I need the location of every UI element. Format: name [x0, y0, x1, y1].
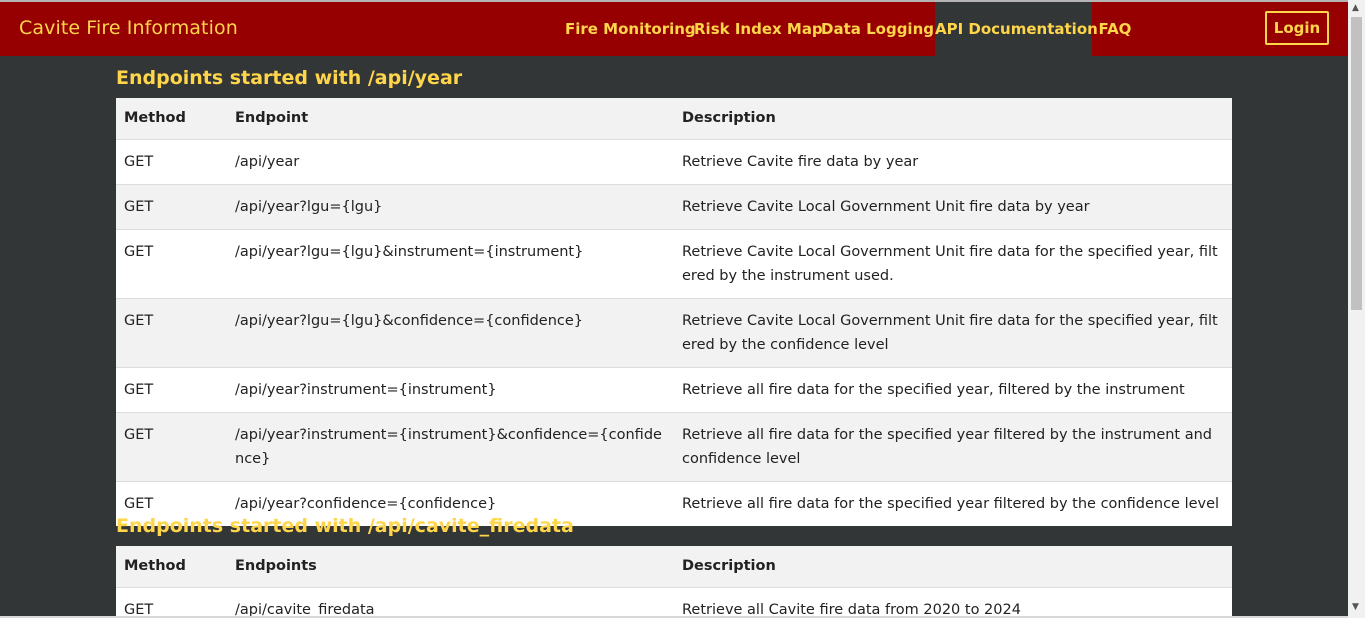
table-row: GET /api/year?lgu={lgu} Retrieve Cavite … [116, 184, 1232, 229]
scroll-up-arrow-icon[interactable]: ▲ [1352, 3, 1359, 13]
row-method: GET [116, 229, 227, 298]
nav-item-data-logging[interactable]: Data Logging [821, 2, 934, 56]
nav-item-fire-monitoring[interactable]: Fire Monitoring [565, 2, 696, 56]
nav-item-faq[interactable]: FAQ [1093, 2, 1137, 56]
brand-title[interactable]: Cavite Fire Information [19, 17, 238, 39]
row-endpoint: /api/year?lgu={lgu}&instrument={instrume… [227, 229, 674, 298]
row-endpoint: /api/year [227, 139, 674, 184]
row-description: Retrieve all fire data for the specified… [674, 367, 1232, 412]
scrollbar-thumb[interactable] [1351, 17, 1362, 310]
row-method: GET [116, 412, 227, 481]
column-header-method: Method [116, 98, 227, 139]
table-row: GET /api/year?instrument={instrument} Re… [116, 367, 1232, 412]
nav-item-api-documentation[interactable]: API Documentation [935, 2, 1098, 56]
row-endpoint: /api/cavite_firedata [227, 587, 674, 618]
row-description: Retrieve all fire data for the specified… [674, 481, 1232, 526]
row-description: Retrieve Cavite fire data by year [674, 139, 1232, 184]
column-header-method: Method [116, 546, 227, 587]
scroll-down-arrow-icon[interactable]: ▼ [1352, 602, 1359, 612]
api-cavite-firedata-table: Method Endpoints Description GET /api/ca… [116, 546, 1232, 618]
page: Cavite Fire Information Fire Monitoring … [0, 0, 1365, 618]
nav-item-risk-index-map[interactable]: Risk Index Map [694, 2, 823, 56]
row-endpoint: /api/year?instrument={instrument} [227, 367, 674, 412]
table-row: GET /api/year?lgu={lgu}&instrument={inst… [116, 229, 1232, 298]
vertical-scrollbar[interactable]: ▲ ▼ [1348, 0, 1365, 618]
section-title-api-cavite-firedata: Endpoints started with /api/cavite_fired… [116, 515, 574, 537]
row-method: GET [116, 139, 227, 184]
table-header-row: Method Endpoint Description [116, 98, 1232, 139]
column-header-endpoint: Endpoint [227, 98, 674, 139]
row-method: GET [116, 367, 227, 412]
row-endpoint: /api/year?instrument={instrument}&confid… [227, 412, 674, 481]
row-endpoint: /api/year?lgu={lgu}&confidence={confiden… [227, 298, 674, 367]
column-header-description: Description [674, 98, 1232, 139]
table-row: GET /api/year?instrument={instrument}&co… [116, 412, 1232, 481]
row-description: Retrieve all fire data for the specified… [674, 412, 1232, 481]
section-title-api-year: Endpoints started with /api/year [116, 67, 463, 89]
top-navbar: Cavite Fire Information Fire Monitoring … [0, 0, 1348, 56]
row-description: Retrieve all Cavite fire data from 2020 … [674, 587, 1232, 618]
table-header-row: Method Endpoints Description [116, 546, 1232, 587]
row-method: GET [116, 587, 227, 618]
row-description: Retrieve Cavite Local Government Unit fi… [674, 229, 1232, 298]
row-description: Retrieve Cavite Local Government Unit fi… [674, 298, 1232, 367]
row-endpoint: /api/year?lgu={lgu} [227, 184, 674, 229]
login-button[interactable]: Login [1265, 11, 1329, 45]
row-method: GET [116, 298, 227, 367]
table-row: GET /api/cavite_firedata Retrieve all Ca… [116, 587, 1232, 618]
row-method: GET [116, 184, 227, 229]
row-description: Retrieve Cavite Local Government Unit fi… [674, 184, 1232, 229]
api-year-table: Method Endpoint Description GET /api/yea… [116, 98, 1232, 526]
table-row: GET /api/year?lgu={lgu}&confidence={conf… [116, 298, 1232, 367]
column-header-endpoints: Endpoints [227, 546, 674, 587]
column-header-description: Description [674, 546, 1232, 587]
table-row: GET /api/year Retrieve Cavite fire data … [116, 139, 1232, 184]
